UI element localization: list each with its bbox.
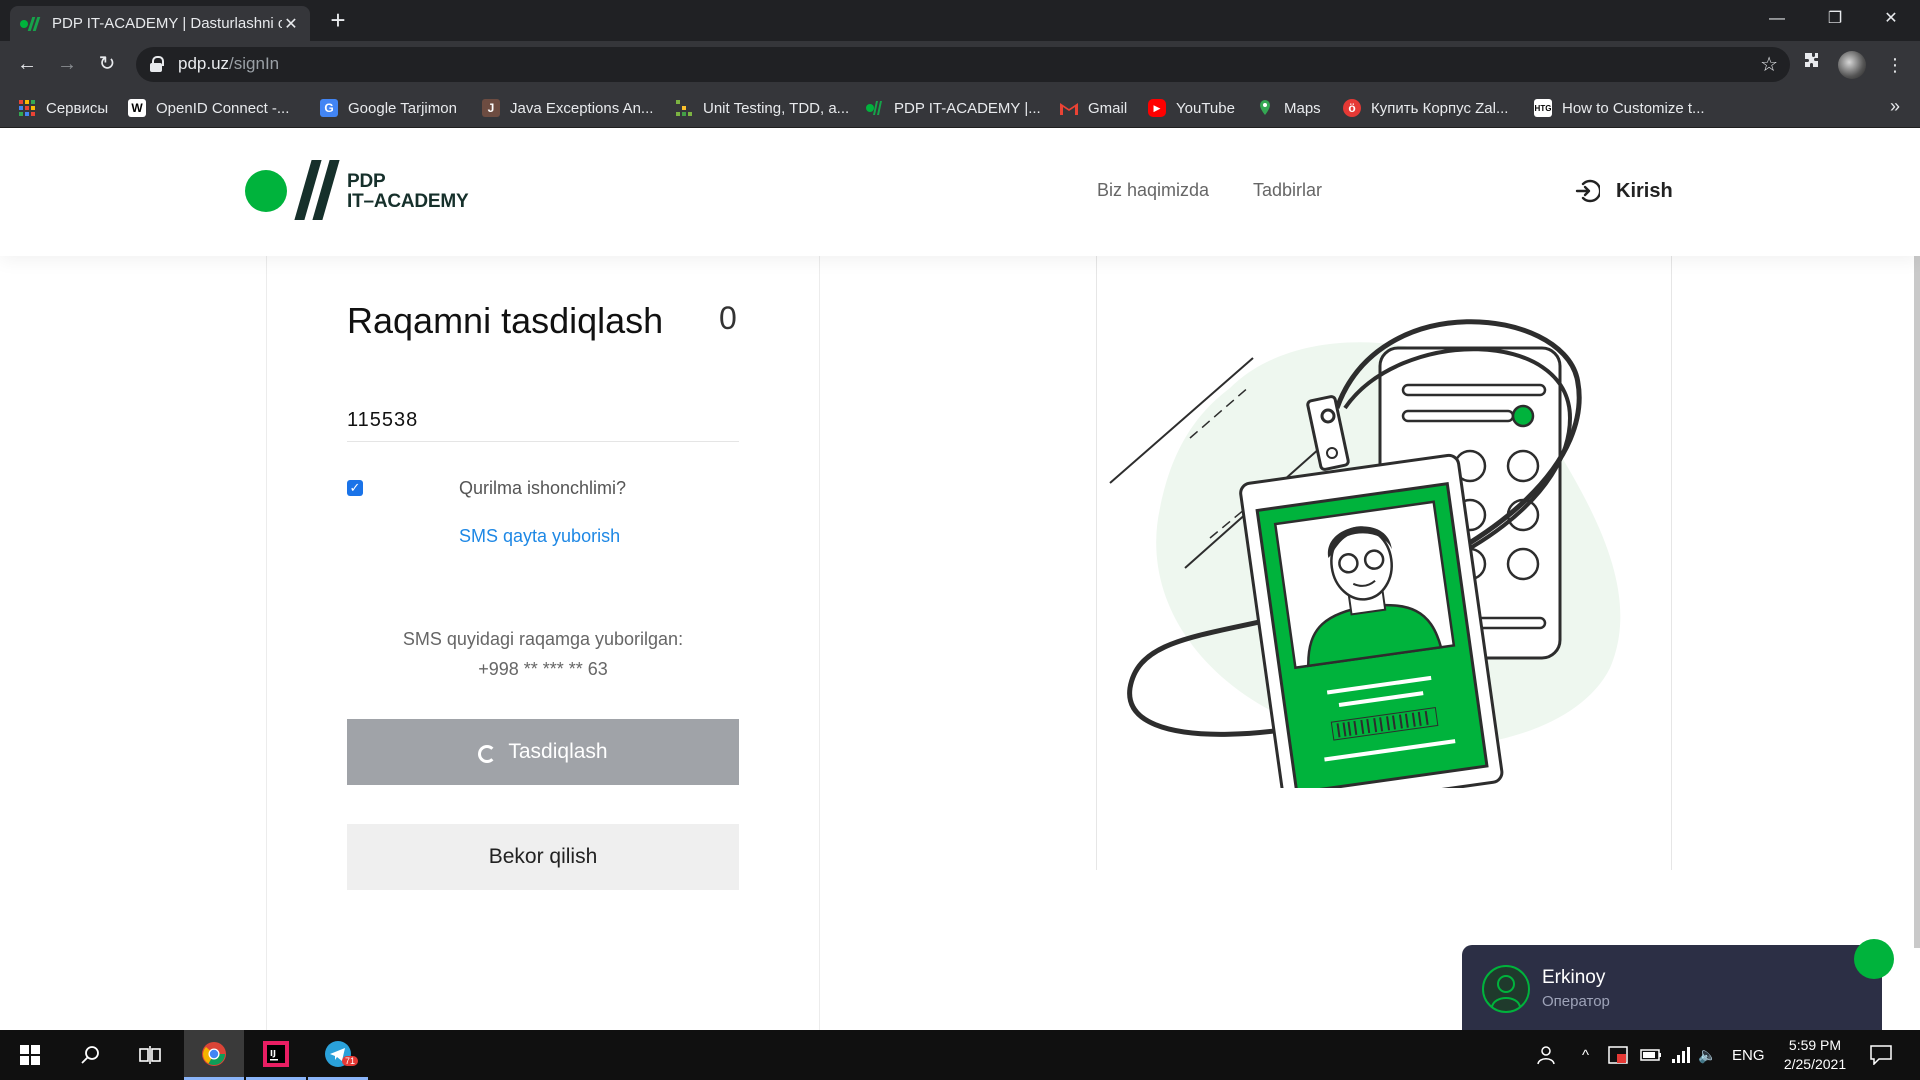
people-icon[interactable] — [1536, 1030, 1556, 1080]
login-icon — [1575, 179, 1600, 203]
reload-icon[interactable]: ↻ — [92, 49, 122, 79]
browser-toolbar: ← → ↻ pdp.uz/signIn ☆ ⋮ — [0, 41, 1920, 88]
notifications-icon[interactable] — [1870, 1030, 1892, 1080]
pdp-icon — [866, 99, 884, 117]
lock-icon — [150, 56, 164, 72]
browser-titlebar: PDP IT-ACADEMY | Dasturlashni o ✕ + — ❐ … — [0, 0, 1920, 41]
chat-widget[interactable]: Erkinoy Оператор — [1462, 939, 1894, 1030]
telegram-taskbar-icon[interactable]: 71 — [308, 1030, 368, 1080]
shop-icon: ö — [1343, 99, 1361, 117]
trusted-device-label: Qurilma ishonchlimi? — [459, 478, 627, 498]
unit-testing-icon — [675, 99, 693, 117]
address-bar[interactable]: pdp.uz/signIn ☆ — [136, 47, 1790, 82]
bookmarks-bar: Сервисы W OpenID Connect -... G Google Tar… — [0, 88, 1920, 128]
site-header: PDP IT–ACADEMY Biz haqimizda Tadbirlar Ki… — [0, 128, 1920, 256]
resend-sms-link[interactable]: SMS qayta yuborish — [459, 526, 620, 547]
bookmark-shop[interactable]: ö Купить Корпус Zal... — [1343, 97, 1508, 119]
security-tray-icon[interactable] — [1608, 1030, 1628, 1080]
bookmark-star-icon[interactable]: ☆ — [1760, 52, 1778, 77]
cancel-button[interactable]: Bekor qilish — [347, 824, 739, 890]
windows-taskbar: IJ 71 ^ 🔈 ENG 5:59 PM 2/25/2021 — [0, 1030, 1920, 1080]
bookmark-youtube[interactable]: ▶ YouTube — [1148, 97, 1235, 119]
minimize-button[interactable]: — — [1748, 0, 1806, 41]
operator-name: Erkinoy — [1542, 967, 1606, 988]
bookmark-gmail[interactable]: Gmail — [1060, 97, 1127, 119]
confirm-button[interactable]: Tasdiqlash — [347, 719, 739, 785]
nav-events[interactable]: Tadbirlar — [1253, 180, 1322, 201]
operator-avatar — [1482, 965, 1530, 1013]
bookmark-maps[interactable]: Maps — [1256, 97, 1321, 119]
input-language[interactable]: ENG — [1732, 1030, 1765, 1080]
masked-phone: +998 ** *** ** 63 — [478, 659, 608, 679]
show-hidden-icons-icon[interactable]: ^ — [1582, 1030, 1589, 1080]
bookmark-pdp[interactable]: PDP IT-ACADEMY |... — [866, 97, 1041, 119]
new-tab-button[interactable]: + — [324, 6, 352, 34]
bookmarks-more-icon[interactable]: » — [1890, 96, 1900, 117]
sms-code-input[interactable] — [347, 400, 739, 442]
gmail-icon — [1060, 99, 1078, 117]
loading-spinner-icon — [478, 745, 497, 763]
system-clock[interactable]: 5:59 PM 2/25/2021 — [1770, 1036, 1860, 1074]
countdown-timer: 0 — [719, 300, 737, 336]
sms-info-text: SMS quyidagi raqamga yuborilgan: — [402, 629, 684, 649]
windows-start-icon[interactable] — [0, 1030, 60, 1080]
google-translate-icon: G — [320, 99, 338, 117]
bookmark-services[interactable]: Сервисы — [18, 97, 108, 119]
bookmark-java-exceptions[interactable]: J Java Exceptions An... — [482, 97, 653, 119]
intellij-taskbar-icon[interactable]: IJ — [246, 1030, 306, 1080]
online-indicator — [1854, 939, 1894, 979]
menu-kebab-icon[interactable]: ⋮ — [1880, 50, 1910, 80]
java-book-icon: J — [482, 99, 500, 117]
profile-avatar[interactable] — [1838, 51, 1866, 79]
page-scrollbar[interactable] — [1914, 228, 1920, 948]
battery-icon[interactable] — [1640, 1030, 1662, 1080]
browser-tab[interactable]: PDP IT-ACADEMY | Dasturlashni o ✕ — [10, 6, 310, 41]
bookmark-howtogeek[interactable]: HTG How to Customize t... — [1534, 97, 1705, 119]
apps-grid-icon — [18, 99, 36, 117]
logo-circle — [245, 170, 287, 212]
clock-time: 5:59 PM — [1788, 1037, 1842, 1053]
close-window-button[interactable]: ✕ — [1862, 0, 1920, 41]
url-text: pdp.uz/signIn — [178, 54, 280, 73]
youtube-icon: ▶ — [1148, 99, 1166, 117]
svg-text:IJ: IJ — [270, 1049, 276, 1058]
pdp-logo[interactable]: PDP IT–ACADEMY — [245, 158, 475, 224]
sms-info: SMS quyidagi raqamga yuborilgan: +998 **… — [347, 624, 739, 684]
bookmark-unit-testing[interactable]: Unit Testing, TDD, a... — [675, 97, 849, 119]
network-signal-icon[interactable] — [1672, 1030, 1690, 1080]
bookmark-google-translate[interactable]: G Google Tarjimon — [320, 97, 457, 119]
clock-date: 2/25/2021 — [1783, 1056, 1847, 1072]
pdp-favicon-icon — [20, 16, 42, 31]
logo-text: PDP IT–ACADEMY — [347, 171, 469, 212]
operator-role: Оператор — [1542, 993, 1610, 1010]
htg-icon: HTG — [1534, 99, 1552, 117]
trusted-device-checkbox[interactable]: ✓ — [347, 480, 363, 496]
wikipedia-icon: W — [128, 99, 146, 117]
telegram-unread-badge: 71 — [342, 1056, 359, 1066]
tab-close-icon[interactable]: ✕ — [282, 14, 300, 34]
extensions-puzzle-icon[interactable] — [1797, 50, 1827, 80]
maps-icon — [1256, 99, 1274, 117]
form-title: Raqamni tasdiqlash — [347, 300, 664, 341]
task-view-icon[interactable] — [120, 1030, 180, 1080]
restore-button[interactable]: ❐ — [1806, 0, 1864, 41]
id-badge-illustration — [1109, 319, 1621, 788]
page-content: PDP IT–ACADEMY Biz haqimizda Tadbirlar Ki… — [0, 128, 1920, 1030]
chrome-taskbar-icon[interactable] — [184, 1030, 244, 1080]
forward-icon[interactable]: → — [52, 49, 82, 79]
search-icon[interactable] — [60, 1030, 120, 1080]
login-link[interactable]: Kirish — [1574, 178, 1673, 204]
back-icon[interactable]: ← — [12, 49, 42, 79]
tab-title: PDP IT-ACADEMY | Dasturlashni o — [52, 15, 282, 32]
nav-about[interactable]: Biz haqimizda — [1097, 180, 1209, 201]
bookmark-openid[interactable]: W OpenID Connect -... — [128, 97, 289, 119]
volume-icon[interactable]: 🔈 — [1698, 1030, 1717, 1080]
